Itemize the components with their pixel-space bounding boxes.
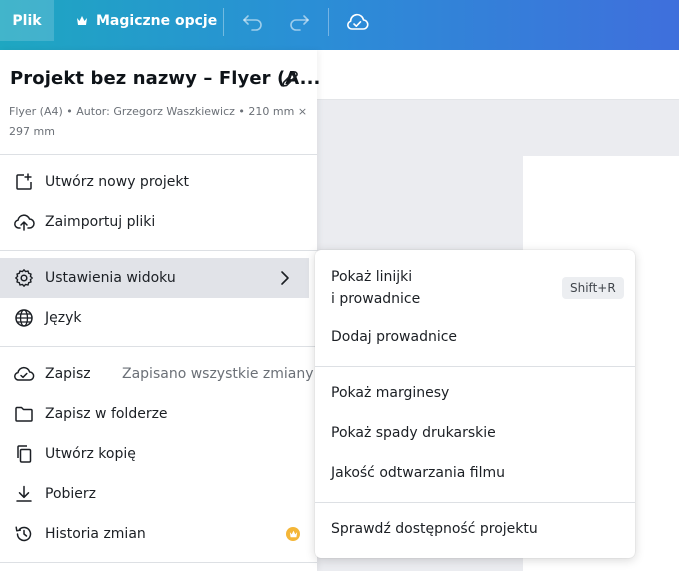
menu-item-save[interactable]: Zapisz Zapisano wszystkie zmiany	[0, 354, 317, 394]
submenu-item-label: Pokaż spady drukarskie	[331, 425, 496, 441]
submenu-item-video-playback-quality[interactable]: Jakość odtwarzania filmu	[315, 462, 635, 486]
menu-item-label: Zapisz	[45, 366, 91, 382]
menu-item-make-copy[interactable]: Utwórz kopię	[0, 434, 317, 474]
menu-item-label: Pobierz	[45, 486, 97, 502]
submenu-item-show-print-bleed[interactable]: Pokaż spady drukarskie	[315, 422, 635, 446]
submenu-item-label: Sprawdź dostępność projektu	[331, 521, 538, 537]
menu-item-label: Język	[45, 310, 82, 326]
submenu-item-label-line1: Pokaż linijki	[331, 269, 413, 285]
history-icon	[13, 523, 35, 545]
toolbar-divider	[328, 8, 329, 36]
crown-icon	[289, 530, 297, 538]
crown-icon	[77, 16, 87, 25]
undo-button[interactable]	[239, 8, 267, 36]
menu-divider	[0, 346, 317, 347]
premium-crown-badge	[286, 527, 300, 541]
edit-title-button[interactable]	[278, 67, 302, 91]
undo-icon	[243, 15, 262, 31]
magic-options-label: Magiczne opcje	[96, 12, 218, 29]
menu-item-label: Zaimportuj pliki	[45, 214, 156, 230]
menu-divider	[0, 154, 317, 155]
menu-item-label: Zapisz w folderze	[45, 406, 168, 422]
save-status-text: Zapisano wszystkie zmiany	[122, 366, 314, 382]
menu-item-save-to-folder[interactable]: Zapisz w folderze	[0, 394, 317, 434]
globe-icon	[13, 307, 35, 329]
menu-item-label: Historia zmian	[45, 526, 146, 542]
project-title: Projekt bez nazwy – Flyer (A...	[10, 68, 321, 89]
save-status-button[interactable]	[343, 8, 371, 36]
pencil-icon	[282, 71, 298, 87]
redo-icon	[290, 15, 309, 31]
menu-item-version-history[interactable]: Historia zmian	[0, 514, 317, 554]
submenu-item-label-line2: i prowadnice	[331, 291, 421, 307]
gear-icon	[13, 267, 35, 289]
file-menu-panel: Projekt bez nazwy – Flyer (A... Flyer (A…	[0, 50, 321, 571]
submenu-item-show-margins[interactable]: Pokaż marginesy	[315, 382, 635, 406]
folder-icon	[13, 403, 35, 425]
project-meta: Flyer (A4) • Autor: Grzegorz Waszkiewicz…	[9, 105, 308, 138]
menu-item-label: Utwórz kopię	[45, 446, 136, 462]
menu-item-download[interactable]: Pobierz	[0, 474, 317, 514]
add-page-icon	[13, 171, 35, 193]
submenu-item-add-guides[interactable]: Dodaj prowadnice	[315, 326, 635, 350]
menu-item-label: Utwórz nowy projekt	[45, 174, 189, 190]
menu-item-import-files[interactable]: Zaimportuj pliki	[0, 202, 317, 242]
menu-item-label: Ustawienia widoku	[45, 270, 176, 286]
chevron-right-icon	[281, 271, 289, 285]
menu-item-view-settings[interactable]: Ustawienia widoku	[0, 258, 309, 298]
magic-options-button[interactable]: Magiczne opcje	[66, 0, 227, 41]
submenu-item-check-accessibility[interactable]: Sprawdź dostępność projektu	[315, 518, 635, 542]
cloud-check-icon	[347, 13, 369, 30]
submenu-item-label: Pokaż marginesy	[331, 385, 450, 401]
submenu-divider	[315, 502, 635, 503]
submenu-divider	[315, 366, 635, 367]
menu-item-language[interactable]: Język	[0, 298, 317, 338]
toolbar-divider	[223, 8, 224, 36]
menu-divider	[0, 250, 317, 251]
menu-divider	[0, 562, 317, 563]
copy-icon	[13, 443, 35, 465]
redo-button[interactable]	[285, 8, 313, 36]
download-icon	[13, 483, 35, 505]
top-toolbar: Plik Magiczne opcje	[0, 0, 679, 50]
cloud-upload-icon	[13, 211, 35, 233]
submenu-item-label: Jakość odtwarzania filmu	[331, 465, 505, 481]
submenu-item-label: Dodaj prowadnice	[331, 329, 458, 345]
shortcut-badge: Shift+R	[562, 277, 624, 299]
cloud-check-icon	[13, 363, 35, 385]
menu-item-new-project[interactable]: Utwórz nowy projekt	[0, 162, 317, 202]
file-menu-button[interactable]: Plik	[0, 0, 54, 41]
